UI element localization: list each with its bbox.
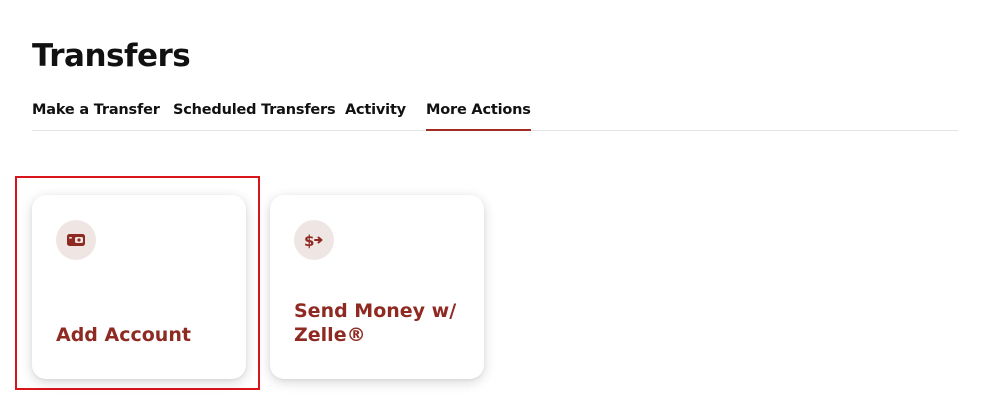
- add-account-label: Add Account: [56, 324, 191, 346]
- add-account-card[interactable]: Add Account: [32, 195, 246, 379]
- tab-make-a-transfer[interactable]: Make a Transfer: [32, 96, 160, 130]
- transfers-tab-bar: Make a Transfer Scheduled Transfers Acti…: [32, 96, 958, 131]
- send-money-zelle-card[interactable]: $ Send Money w/ Zelle®: [270, 195, 484, 379]
- svg-text:$: $: [304, 232, 314, 249]
- page-title: Transfers: [32, 38, 191, 74]
- tab-scheduled-transfers[interactable]: Scheduled Transfers: [173, 96, 336, 130]
- send-money-zelle-label: Send Money w/ Zelle®: [294, 300, 457, 346]
- dollar-send-icon: $: [294, 220, 334, 260]
- tab-more-actions[interactable]: More Actions: [426, 96, 531, 131]
- tab-activity[interactable]: Activity: [345, 96, 406, 130]
- wallet-icon: [56, 220, 96, 260]
